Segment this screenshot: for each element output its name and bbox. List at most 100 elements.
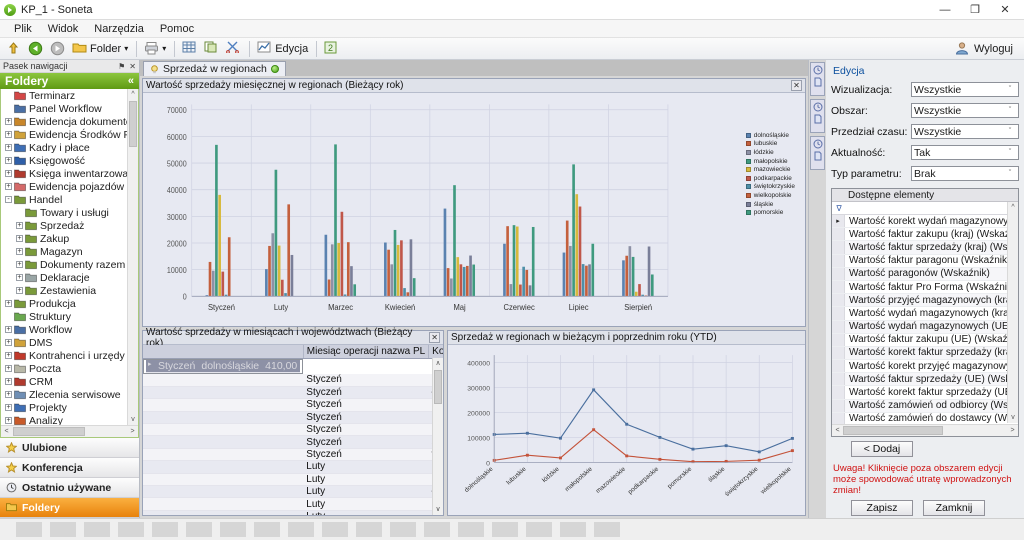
hscrollbar-thumb[interactable] <box>13 427 85 436</box>
add-button[interactable]: < Dodaj <box>851 441 913 457</box>
listbox-filter-row[interactable]: ∇ <box>832 202 1018 215</box>
scroll-up-arrow[interactable]: ^ <box>128 89 138 100</box>
nav-button[interactable]: Konferencja <box>0 458 139 478</box>
list-item[interactable]: Wartość faktur zakupu (kraj) (Wskaźnik) <box>832 228 1018 242</box>
expand-icon[interactable]: + <box>4 416 13 425</box>
thumbnail-item[interactable] <box>594 522 620 537</box>
thumbnail-item[interactable] <box>50 522 76 537</box>
nav-button[interactable]: Foldery <box>0 498 139 518</box>
thumbnail-item[interactable] <box>152 522 178 537</box>
expand-icon[interactable]: + <box>15 247 24 256</box>
tree-item[interactable]: + Workflow <box>1 323 127 336</box>
tree-item[interactable]: + Zakup <box>1 232 127 245</box>
scroll-up-arrow[interactable]: ∧ <box>433 358 443 369</box>
chevron-down-icon[interactable]: ▾ <box>124 44 128 53</box>
tree-vertical-scrollbar[interactable]: ^ v <box>127 89 138 425</box>
thumbnail-item[interactable] <box>322 522 348 537</box>
tree-item[interactable]: + Księgowość <box>1 154 127 167</box>
clear-filter-button[interactable] <box>223 39 244 59</box>
scrollbar-thumb[interactable] <box>129 101 137 147</box>
hscrollbar-thumb[interactable] <box>843 426 943 435</box>
tree-item[interactable]: + Magazyn <box>1 245 127 258</box>
filter-icon[interactable]: ∇ <box>832 204 846 213</box>
table-row[interactable]: Styczeńpodkarpackie9 243,24 <box>143 423 443 437</box>
list-item[interactable]: Wartość faktur zakupu (UE) (Wskaźnik) <box>832 333 1018 347</box>
grid-view-button[interactable] <box>179 39 200 59</box>
list-item[interactable]: Wartość paragonów (Wskaźnik) <box>832 267 1018 281</box>
menu-item-narzedzia[interactable]: Narzędzia <box>94 23 144 35</box>
copy-button[interactable] <box>201 39 222 59</box>
thumbnail-item[interactable] <box>254 522 280 537</box>
close-button[interactable]: ✕ <box>990 0 1020 19</box>
expand-icon[interactable]: + <box>4 143 13 152</box>
collapse-chevron-icon[interactable]: « <box>128 75 134 87</box>
filter-input[interactable] <box>846 202 1018 214</box>
thumbnail-item[interactable] <box>288 522 314 537</box>
edycja-button[interactable]: Edycja <box>254 39 311 59</box>
table-row[interactable]: Styczeńwielkopolskie22 136,00 <box>143 448 443 462</box>
listbox-horizontal-scrollbar[interactable]: < > <box>832 424 1018 436</box>
thumbnail-item[interactable] <box>186 522 212 537</box>
table-row[interactable]: Lutymazowieckie19 029,25 <box>143 510 443 515</box>
table-row[interactable]: Styczeńświętokrzyskie588,00 <box>143 435 443 449</box>
table-row[interactable]: Lutylubuskie18 900,50 <box>143 473 443 487</box>
thumbnail-item[interactable] <box>424 522 450 537</box>
chevron-down-icon[interactable]: ˇ <box>1004 128 1016 135</box>
tree-item[interactable]: + Sprzedaż <box>1 219 127 232</box>
menu-item-plik[interactable]: Plik <box>14 23 32 35</box>
list-item[interactable]: Wartość faktur sprzedaży (UE) (Wskaźnik) <box>832 373 1018 387</box>
chevron-down-icon[interactable]: ˇ <box>1004 107 1016 114</box>
back-button[interactable] <box>25 39 46 59</box>
expand-icon[interactable]: + <box>4 325 13 334</box>
print-button[interactable]: ▾ <box>141 39 169 59</box>
thumbnail-item[interactable] <box>526 522 552 537</box>
table-vertical-scrollbar[interactable]: ∧ ∨ <box>432 358 443 515</box>
available-elements-listbox[interactable]: Dostępne elementy ∇ ▸ Wartość korekt wyda… <box>831 188 1019 437</box>
expand-icon[interactable]: + <box>4 338 13 347</box>
chevron-down-icon[interactable]: ˇ <box>1004 170 1016 177</box>
scroll-up-arrow[interactable]: ^ <box>1008 202 1018 213</box>
table-row[interactable]: Styczeńmałopolskie56 835,92 <box>143 398 443 412</box>
data-table[interactable]: Miesiąc operacji nazwa PLKontrahent woje… <box>143 345 443 515</box>
nav-button[interactable]: Ostatnio używane <box>0 478 139 498</box>
listbox-items[interactable]: ▸ Wartość korekt wydań magazynowych (kraj… <box>832 215 1018 436</box>
list-item[interactable]: Wartość wydań magazynowych (kraj) (Wska <box>832 307 1018 321</box>
expand-icon[interactable]: + <box>4 403 13 412</box>
chevron-down-icon[interactable]: ˇ <box>1004 149 1016 156</box>
thumbnail-item[interactable] <box>118 522 144 537</box>
tree-item[interactable]: + Księga inwentarzowa <box>1 167 127 180</box>
minimize-button[interactable]: — <box>930 0 960 19</box>
listbox-vertical-scrollbar[interactable]: ^ v <box>1007 202 1018 423</box>
thumbnail-item[interactable] <box>560 522 586 537</box>
close-icon[interactable]: ✕ <box>429 332 440 343</box>
tree-item[interactable]: + Deklaracje <box>1 271 127 284</box>
nav-button[interactable]: Ulubione <box>0 438 139 458</box>
list-item[interactable]: ▸ Wartość korekt wydań magazynowych (kraj… <box>832 215 1018 229</box>
table-row[interactable]: Styczeńlubuskie12 912,00 <box>143 374 443 387</box>
expand-icon[interactable]: + <box>4 299 13 308</box>
expand-icon[interactable]: + <box>15 234 24 243</box>
collapse-icon[interactable]: - <box>4 195 13 204</box>
table-row[interactable]: Lutymałopolskie47 473,07 <box>143 497 443 511</box>
tree-item[interactable]: + Zestawienia <box>1 284 127 297</box>
tree-item[interactable]: Struktury <box>1 310 127 323</box>
expand-icon[interactable]: + <box>4 130 13 139</box>
tree-item[interactable]: + Dokumenty razem i pozo <box>1 258 127 271</box>
tab-sprzedaz-w-regionach[interactable]: Sprzedaż w regionach <box>143 61 286 76</box>
scroll-right-arrow[interactable]: > <box>127 428 138 435</box>
list-item[interactable]: Wartość przyjęć magazynowych (kraj) (Wsk <box>832 294 1018 308</box>
tree-item[interactable]: - Handel <box>1 193 127 206</box>
column-header[interactable]: Kontrahent województw <box>428 345 443 359</box>
tree-item[interactable]: + Analizy <box>1 414 127 425</box>
refresh-button[interactable]: 2 <box>321 39 342 59</box>
list-item[interactable]: Wartość faktur Pro Forma (Wskaźnik) <box>832 280 1018 295</box>
thumbnail-item[interactable] <box>356 522 382 537</box>
expand-icon[interactable]: + <box>15 221 24 230</box>
thumbnail-item[interactable] <box>390 522 416 537</box>
dropdown[interactable]: Tak ˇ <box>911 145 1019 160</box>
list-item[interactable]: Wartość wydań magazynowych (UE) (Wskaź <box>832 320 1018 334</box>
tree-item[interactable]: + Zlecenia serwisowe <box>1 388 127 401</box>
print-chevron-down-icon[interactable]: ▾ <box>162 44 166 53</box>
list-item[interactable]: Wartość faktur sprzedaży (kraj) (Wskaźni… <box>832 241 1018 255</box>
tree-item[interactable]: + Ewidencja dokumentów <box>1 115 127 128</box>
